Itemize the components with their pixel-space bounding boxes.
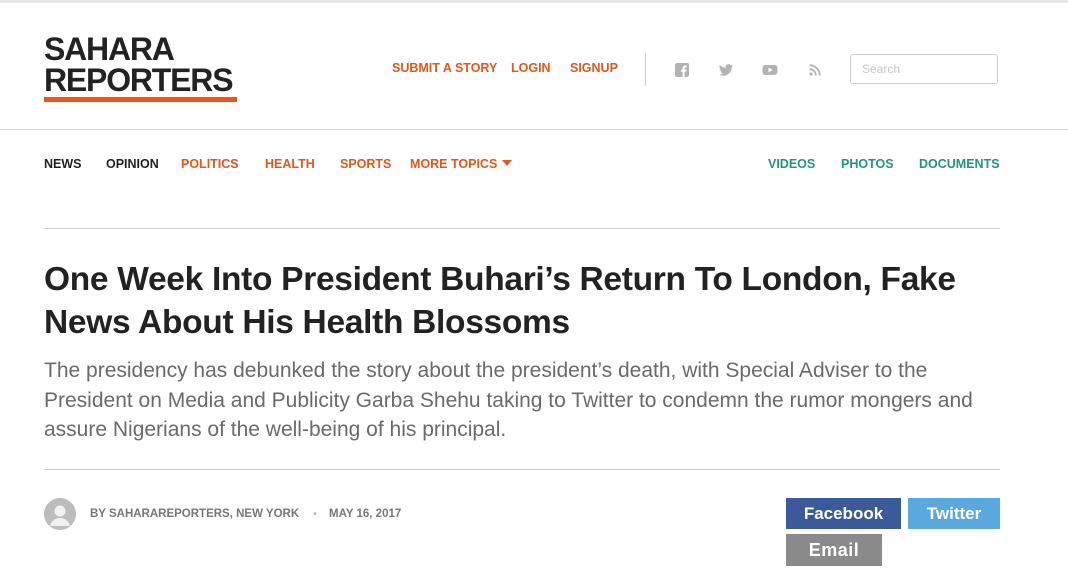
rss-icon[interactable] xyxy=(807,62,823,78)
article-date: MAY 16, 2017 xyxy=(329,508,402,520)
byline-separator: • xyxy=(313,508,317,520)
logo-line-1: SAHARA xyxy=(44,31,175,67)
nav-politics[interactable]: POLITICS xyxy=(181,157,239,171)
youtube-icon[interactable] xyxy=(762,62,778,78)
submit-story-link[interactable]: SUBMIT A STORY xyxy=(392,61,497,75)
nav-opinion[interactable]: OPINION xyxy=(106,157,159,171)
site-logo[interactable]: SAHARA REPORTERS xyxy=(44,31,237,102)
nav-more-topics[interactable]: MORE TOPICS xyxy=(410,157,513,171)
share-email-button[interactable]: Email xyxy=(786,534,882,566)
share-twitter-button[interactable]: Twitter xyxy=(908,498,1000,529)
article-dek: The presidency has debunked the story ab… xyxy=(44,359,973,441)
article-byline[interactable]: BY SAHARAREPORTERS, NEW YORK xyxy=(90,508,299,520)
logo-line-2: REPORTERS xyxy=(44,62,234,98)
nav-videos[interactable]: VIDEOS xyxy=(768,157,815,171)
share-facebook-button[interactable]: Facebook xyxy=(786,498,901,529)
site-header: SAHARA REPORTERS SUBMIT A STORY LOGIN SI… xyxy=(0,3,1068,130)
nav-news[interactable]: NEWS xyxy=(44,157,82,171)
login-link[interactable]: LOGIN xyxy=(511,61,551,75)
facebook-icon[interactable] xyxy=(674,62,690,78)
divider-top xyxy=(44,228,1000,229)
author-avatar[interactable] xyxy=(44,498,76,530)
search-input[interactable] xyxy=(850,54,998,84)
user-icon xyxy=(50,505,70,526)
divider-bottom xyxy=(44,469,1000,470)
nav-photos[interactable]: PHOTOS xyxy=(841,157,894,171)
nav-sports[interactable]: SPORTS xyxy=(340,157,391,171)
header-divider xyxy=(645,53,646,86)
nav-more-topics-label: MORE TOPICS xyxy=(410,157,498,171)
article-headline: One Week Into President Buhari’s Return … xyxy=(44,261,956,341)
nav-health[interactable]: HEALTH xyxy=(265,157,315,171)
caret-down-icon xyxy=(502,160,513,166)
signup-link[interactable]: SIGNUP xyxy=(570,61,618,75)
nav-documents[interactable]: DOCUMENTS xyxy=(919,157,1000,171)
twitter-icon[interactable] xyxy=(718,62,734,78)
